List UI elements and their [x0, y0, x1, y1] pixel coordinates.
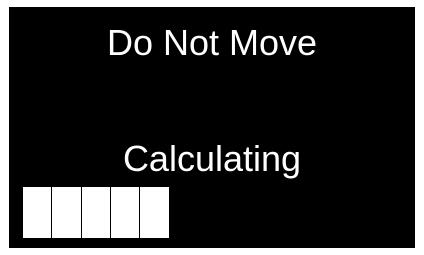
- status-label: Calculating: [122, 138, 302, 179]
- progress-segment: [287, 187, 315, 238]
- progress-segment: [316, 187, 344, 238]
- progress-segment: [23, 187, 52, 238]
- progress-segment: [228, 187, 256, 238]
- progress-segment: [170, 187, 198, 238]
- progress-segment: [140, 187, 169, 238]
- progress-bar: [23, 187, 403, 238]
- progress-segment: [81, 187, 110, 238]
- progress-segment: [375, 187, 403, 238]
- device-screen: Do Not Move Calculating: [9, 7, 415, 248]
- progress-segment: [258, 187, 286, 238]
- progress-segment: [345, 187, 373, 238]
- progress-segment: [199, 187, 227, 238]
- progress-segment: [52, 187, 81, 238]
- instruction-title: Do Not Move: [106, 22, 318, 63]
- progress-segment: [110, 187, 140, 238]
